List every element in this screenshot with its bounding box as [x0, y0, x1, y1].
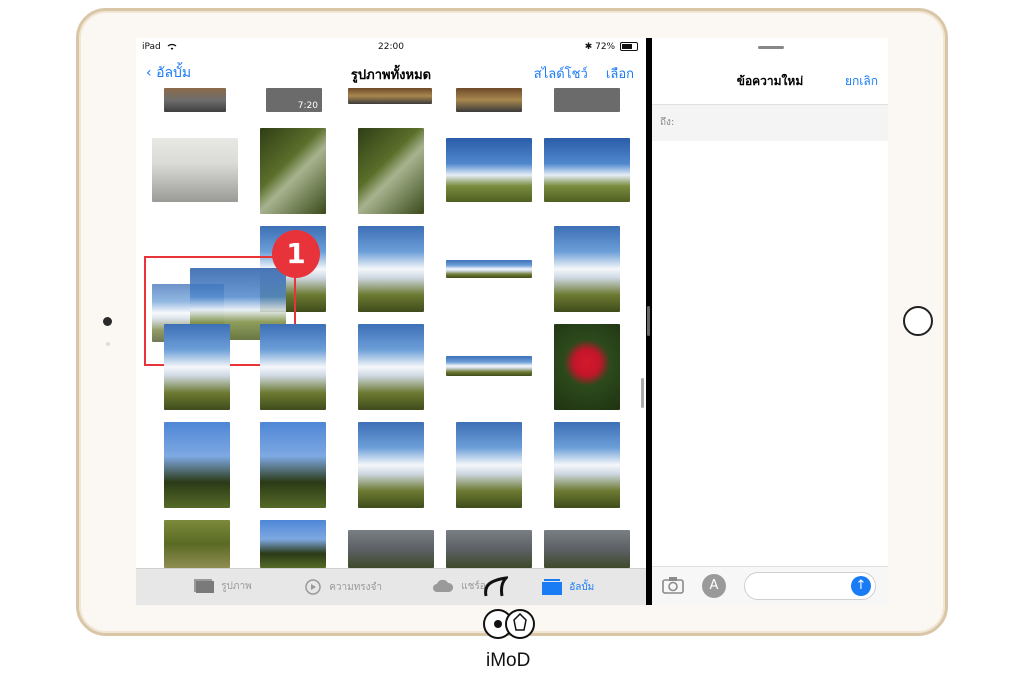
to-label: ถึง:	[660, 117, 675, 128]
compose-bar: A ↑	[652, 566, 888, 605]
photos-icon	[194, 579, 214, 593]
photo-thumb[interactable]	[358, 128, 424, 214]
select-button[interactable]: เลือก	[606, 67, 634, 82]
photo-thumb[interactable]	[260, 128, 326, 214]
scroll-indicator[interactable]	[641, 378, 644, 408]
ipad-screen: iPad 22:00 ✱ 72% ‹ อัลบั้ม รูปภาพทั้งหมด…	[136, 38, 888, 605]
photo-thumb[interactable]	[456, 422, 522, 508]
photo-thumb[interactable]	[164, 520, 230, 568]
messages-pane: ข้อความใหม่ ยกเลิก ถึง: A ↑	[652, 38, 888, 605]
arrow-up-icon[interactable]: ↑	[851, 576, 871, 596]
panorama-thumb[interactable]	[446, 260, 532, 278]
photo-thumb[interactable]	[456, 88, 522, 112]
photos-pane: iPad 22:00 ✱ 72% ‹ อัลบั้ม รูปภาพทั้งหมด…	[136, 38, 646, 605]
status-time: 22:00	[378, 42, 404, 52]
camera-icon[interactable]	[662, 576, 684, 594]
photo-thumb[interactable]	[358, 226, 424, 312]
photo-thumb[interactable]	[554, 88, 620, 112]
photo-grid: 7:20 1	[136, 88, 646, 568]
photo-thumb[interactable]	[554, 226, 620, 312]
sensor-dot	[106, 342, 110, 346]
bluetooth-icon: ✱	[584, 42, 593, 52]
photo-thumb[interactable]	[260, 422, 326, 508]
tab-albums[interactable]: อัลบั้ม	[542, 579, 594, 595]
step-badge: 1	[272, 230, 320, 278]
tab-memories[interactable]: ความทรงจำ	[304, 579, 382, 595]
battery-icon	[620, 42, 638, 51]
split-view-divider[interactable]	[647, 306, 650, 336]
photo-thumb[interactable]	[164, 422, 230, 508]
tab-bar: รูปภาพ ความทรงจำ แชร์อ อัลบั้ม	[136, 568, 646, 605]
cancel-button[interactable]: ยกเลิก	[845, 72, 878, 91]
status-battery: ✱ 72%	[585, 42, 638, 52]
photo-thumb[interactable]	[260, 324, 326, 410]
photo-thumb[interactable]	[358, 422, 424, 508]
photo-thumb[interactable]	[152, 138, 238, 202]
imod-logo-icon	[483, 609, 535, 639]
video-thumb[interactable]: 7:20	[266, 88, 322, 112]
photo-thumb[interactable]	[348, 88, 432, 104]
watermark-text: iMoD	[486, 650, 531, 671]
photo-thumb[interactable]	[260, 520, 326, 568]
message-input[interactable]: ↑	[744, 572, 876, 600]
pointer-hand-icon	[484, 576, 508, 597]
slideshow-button[interactable]: สไลด์โชว์	[534, 67, 588, 82]
app-store-icon[interactable]: A	[702, 574, 726, 598]
photo-thumb[interactable]	[554, 422, 620, 508]
home-button[interactable]	[903, 306, 933, 336]
panorama-thumb[interactable]	[446, 356, 532, 376]
photo-thumb[interactable]	[446, 138, 532, 202]
recipient-field[interactable]: ถึง:	[652, 104, 888, 141]
slide-over-grabber[interactable]	[758, 46, 784, 49]
shared-cloud-icon	[433, 579, 454, 592]
photo-thumb[interactable]	[446, 530, 532, 568]
photo-thumb[interactable]	[348, 530, 434, 568]
photo-thumb[interactable]	[164, 88, 226, 112]
photo-thumb[interactable]	[358, 324, 424, 410]
front-camera	[103, 317, 112, 326]
photo-thumb[interactable]	[554, 324, 620, 410]
video-duration: 7:20	[297, 101, 318, 111]
memories-icon	[305, 579, 321, 595]
photo-thumb[interactable]	[544, 138, 630, 202]
photo-thumb[interactable]	[164, 324, 230, 410]
status-bar: iPad 22:00 ✱ 72%	[136, 38, 646, 58]
tab-shared[interactable]: แชร์อ	[432, 579, 486, 594]
photo-thumb[interactable]	[544, 530, 630, 568]
photos-nav-bar: ‹ อัลบั้ม รูปภาพทั้งหมด สไลด์โชว์ เลือก	[136, 58, 646, 86]
albums-icon	[542, 579, 562, 595]
tab-photos[interactable]: รูปภาพ	[194, 579, 252, 594]
